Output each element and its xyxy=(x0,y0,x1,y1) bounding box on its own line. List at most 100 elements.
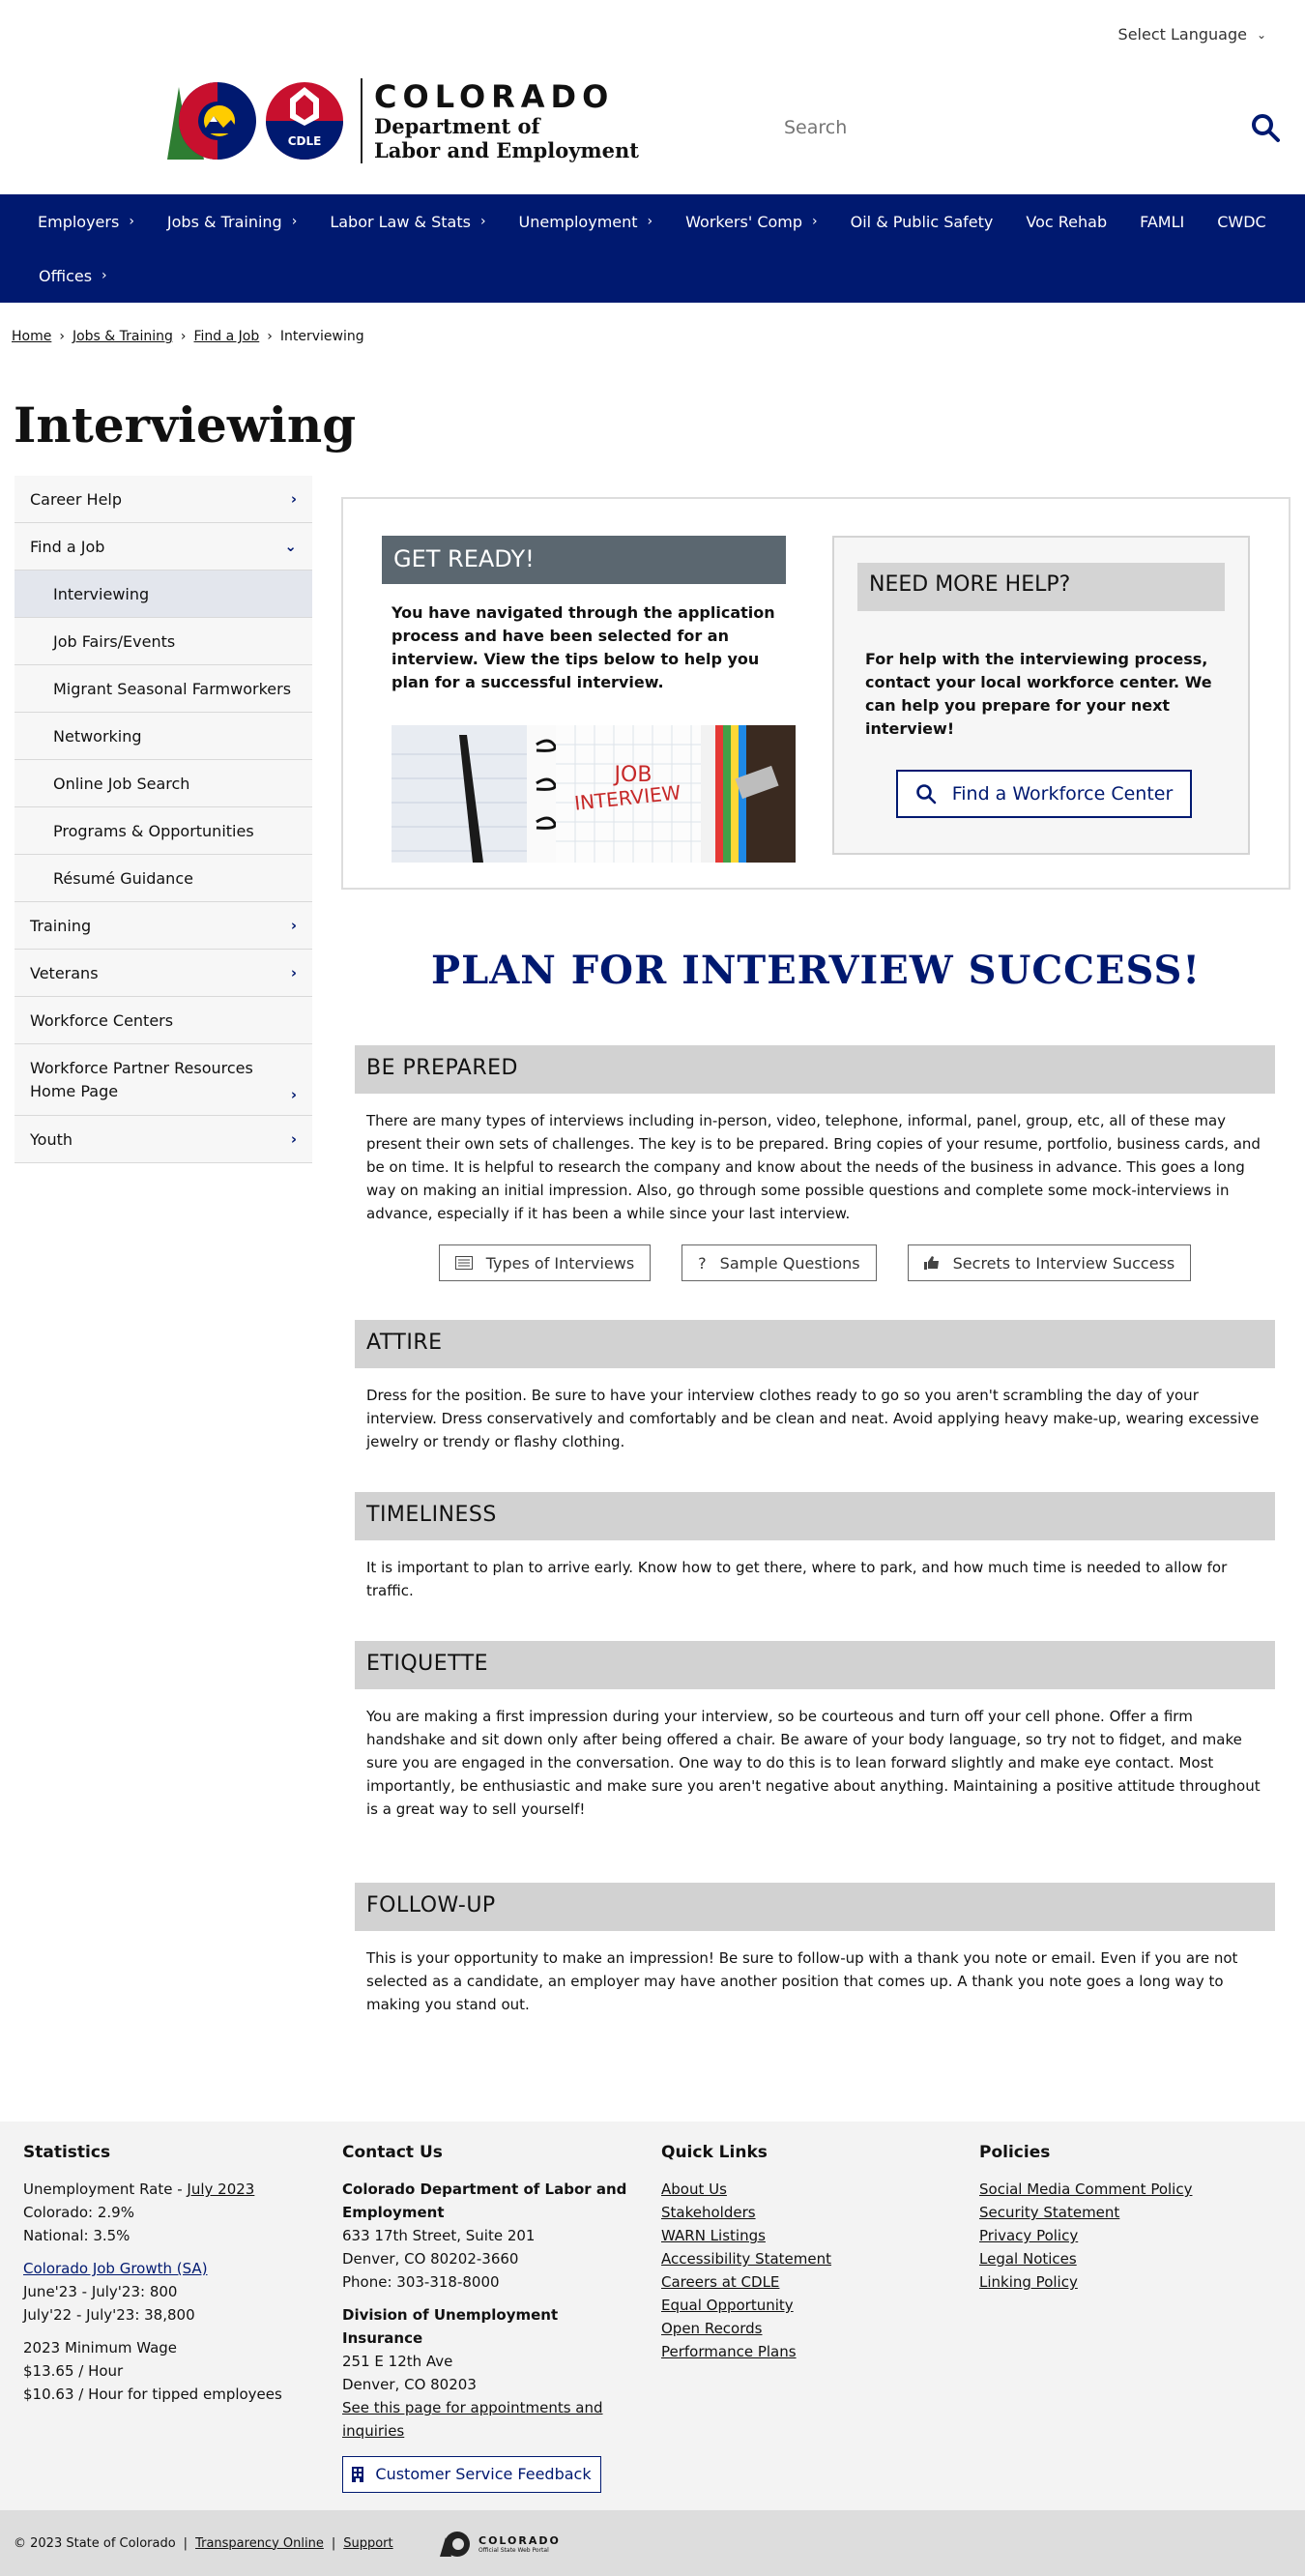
question-mark-icon: ? xyxy=(698,1253,707,1273)
section-body: There are many types of interviews inclu… xyxy=(366,1112,1261,1222)
sidebar-item-workforce-partner-resources-home-page[interactable]: Workforce Partner Resources Home Page › xyxy=(14,1044,312,1116)
unemployment-month-link[interactable]: July 2023 xyxy=(187,2181,254,2198)
secrets-to-success-label: Secrets to Interview Success xyxy=(952,1253,1175,1273)
section-heading: FOLLOW-UP xyxy=(355,1883,1275,1931)
state-portal-logo[interactable]: COLORADO Official State Web Portal xyxy=(440,2530,561,2559)
sidebar-item-migrant-seasonal-farmworkers[interactable]: Migrant Seasonal Farmworkers xyxy=(14,665,312,713)
footer-link-legal-notices[interactable]: Legal Notices xyxy=(979,2247,1269,2270)
cdle-logo[interactable]: CDLE COLORADO Department of Labor and Em… xyxy=(160,77,639,164)
section-timeliness: TIMELINESS It is important to plan to ar… xyxy=(355,1492,1275,1602)
types-of-interviews-button[interactable]: Types of Interviews xyxy=(438,1244,652,1281)
nav-item-cwdc[interactable]: CWDC xyxy=(1201,213,1282,231)
get-ready-panel: GET READY! You have navigated through th… xyxy=(382,536,796,866)
colorado-c-icon xyxy=(440,2532,470,2557)
logo-dept-line1: Department of xyxy=(374,114,540,138)
nav-item-jobs-training[interactable]: Jobs & Training › xyxy=(151,213,313,231)
sidebar-item-youth[interactable]: Youth › xyxy=(14,1116,312,1163)
chevron-right-icon: › xyxy=(290,1130,297,1148)
section-heading: ATTIRE xyxy=(355,1320,1275,1368)
section-body: Dress for the position. Be sure to have … xyxy=(366,1387,1260,1450)
sidebar-item-label: Workforce Partner Resources Home Page xyxy=(30,1059,253,1100)
footer-link-linking-policy[interactable]: Linking Policy xyxy=(979,2270,1269,2294)
section-body: It is important to plan to arrive early.… xyxy=(366,1559,1228,1599)
colorado-cdle-logo-icon: CDLE xyxy=(167,82,343,160)
search-icon[interactable] xyxy=(1250,112,1281,143)
sidebar-item-programs-opportunities[interactable]: Programs & Opportunities xyxy=(14,807,312,855)
portal-subtitle: Official State Web Portal xyxy=(478,2547,549,2554)
bottom-separator: | xyxy=(331,2535,336,2551)
sidebar-item-label: Migrant Seasonal Farmworkers xyxy=(53,679,292,698)
contact-city: Denver, CO 80202-3660 xyxy=(342,2250,519,2268)
logo-dept-line2: Labor and Employment xyxy=(374,138,639,162)
plan-title: PLAN FOR INTERVIEW SUCCESS! xyxy=(431,948,1201,993)
sidebar-item-job-fairs-events[interactable]: Job Fairs/Events xyxy=(14,618,312,665)
footer-link-privacy-policy[interactable]: Privacy Policy xyxy=(979,2224,1269,2247)
breadcrumb-jobs-training[interactable]: Jobs & Training xyxy=(72,329,173,344)
footer-link-performance-plans[interactable]: Performance Plans xyxy=(661,2340,951,2363)
sidebar-item-interviewing[interactable]: Interviewing xyxy=(14,571,312,618)
customer-feedback-button[interactable]: Customer Service Feedback xyxy=(342,2456,601,2493)
logo-state: COLORADO xyxy=(374,78,615,115)
sidebar-item-label: Training xyxy=(30,916,92,935)
sample-questions-button[interactable]: ? Sample Questions xyxy=(682,1244,877,1281)
footer-link-about-us[interactable]: About Us xyxy=(661,2178,951,2201)
appointments-link[interactable]: See this page for appointments and inqui… xyxy=(342,2396,632,2443)
customer-feedback-label: Customer Service Feedback xyxy=(375,2465,592,2483)
breadcrumb-separator: › xyxy=(59,329,65,344)
sidebar-item-find-a-job[interactable]: Find a Job ⌄ xyxy=(14,523,312,571)
footer-link-open-records[interactable]: Open Records xyxy=(661,2317,951,2340)
footer-heading: Contact Us xyxy=(342,2143,443,2162)
nav-item-label: FAMLI xyxy=(1140,212,1185,231)
breadcrumb-find-a-job[interactable]: Find a Job xyxy=(194,329,260,344)
sidebar-item-workforce-centers[interactable]: Workforce Centers xyxy=(14,997,312,1044)
min-wage-heading: 2023 Minimum Wage xyxy=(23,2339,178,2356)
nav-item-unemployment[interactable]: Unemployment › xyxy=(503,213,670,231)
unemployment-rate: Unemployment Rate - July 2023 xyxy=(23,2178,313,2201)
min-wage-standard: $13.65 / Hour xyxy=(23,2362,124,2380)
sidebar-item-r-sum-guidance[interactable]: Résumé Guidance xyxy=(14,855,312,902)
breadcrumb-separator: › xyxy=(180,329,187,344)
footer-link-social-media-comment-policy[interactable]: Social Media Comment Policy xyxy=(979,2178,1269,2201)
nav-item-labor-law-stats[interactable]: Labor Law & Stats › xyxy=(313,213,502,231)
section-heading: ETIQUETTE xyxy=(355,1641,1275,1689)
footer-link-stakeholders[interactable]: Stakeholders xyxy=(661,2201,951,2224)
support-link[interactable]: Support xyxy=(343,2536,392,2551)
transparency-online-link[interactable]: Transparency Online xyxy=(195,2536,324,2551)
nav-item-offices[interactable]: Offices › xyxy=(21,267,125,285)
quick-links-list: About Us Stakeholders WARN Listings Accessi… xyxy=(661,2178,951,2363)
main-nav: Employers › Jobs & Training › Labor Law & St… xyxy=(0,194,1305,303)
footer-link-equal-opportunity[interactable]: Equal Opportunity xyxy=(661,2294,951,2317)
language-selector[interactable]: Select Language ⌄ xyxy=(1118,25,1266,44)
job-growth-link[interactable]: Colorado Job Growth (SA) xyxy=(23,2257,313,2280)
sidebar-item-label: Résumé Guidance xyxy=(53,868,193,888)
sidebar-item-training[interactable]: Training › xyxy=(14,902,312,950)
footer-link-security-statement[interactable]: Security Statement xyxy=(979,2201,1269,2224)
footer-link-accessibility-statement[interactable]: Accessibility Statement xyxy=(661,2247,951,2270)
policy-links-list: Social Media Comment Policy Security Stat… xyxy=(979,2178,1269,2294)
nav-item-label: Oil & Public Safety xyxy=(850,212,994,231)
nav-item-famli[interactable]: FAMLI xyxy=(1123,213,1201,231)
footer-link-warn-listings[interactable]: WARN Listings xyxy=(661,2224,951,2247)
sidebar-item-online-job-search[interactable]: Online Job Search xyxy=(14,760,312,807)
search-input[interactable] xyxy=(778,117,1250,138)
chevron-right-icon: › xyxy=(479,214,486,229)
ui-division: Division of Unemployment Insurance xyxy=(342,2306,559,2347)
sidebar-item-networking[interactable]: Networking xyxy=(14,713,312,760)
nav-item-employers[interactable]: Employers › xyxy=(21,213,151,231)
sidebar-item-veterans[interactable]: Veterans › xyxy=(14,950,312,997)
breadcrumb-separator: › xyxy=(267,329,273,344)
find-workforce-center-button[interactable]: Find a Workforce Center xyxy=(896,770,1192,818)
section-body: This is your opportunity to make an impr… xyxy=(366,1949,1238,2013)
section-etiquette: ETIQUETTE You are making a first impress… xyxy=(355,1641,1275,1821)
secrets-to-success-button[interactable]: Secrets to Interview Success xyxy=(907,1244,1192,1281)
footer-link-careers-at-cdle[interactable]: Careers at CDLE xyxy=(661,2270,951,2294)
nav-item-voc-rehab[interactable]: Voc Rehab xyxy=(1009,213,1123,231)
nav-item-oil-public-safety[interactable]: Oil & Public Safety xyxy=(834,213,1010,231)
need-more-help-heading: NEED MORE HELP? xyxy=(857,563,1225,611)
bottom-separator: | xyxy=(183,2535,188,2551)
nav-item-workers-comp[interactable]: Workers' Comp › xyxy=(669,213,834,231)
chevron-right-icon: › xyxy=(812,214,818,229)
breadcrumb-home[interactable]: Home xyxy=(12,329,51,344)
sidebar-item-career-help[interactable]: Career Help › xyxy=(14,476,312,523)
site-footer: Statistics Unemployment Rate - July 2023… xyxy=(0,2122,1305,2510)
